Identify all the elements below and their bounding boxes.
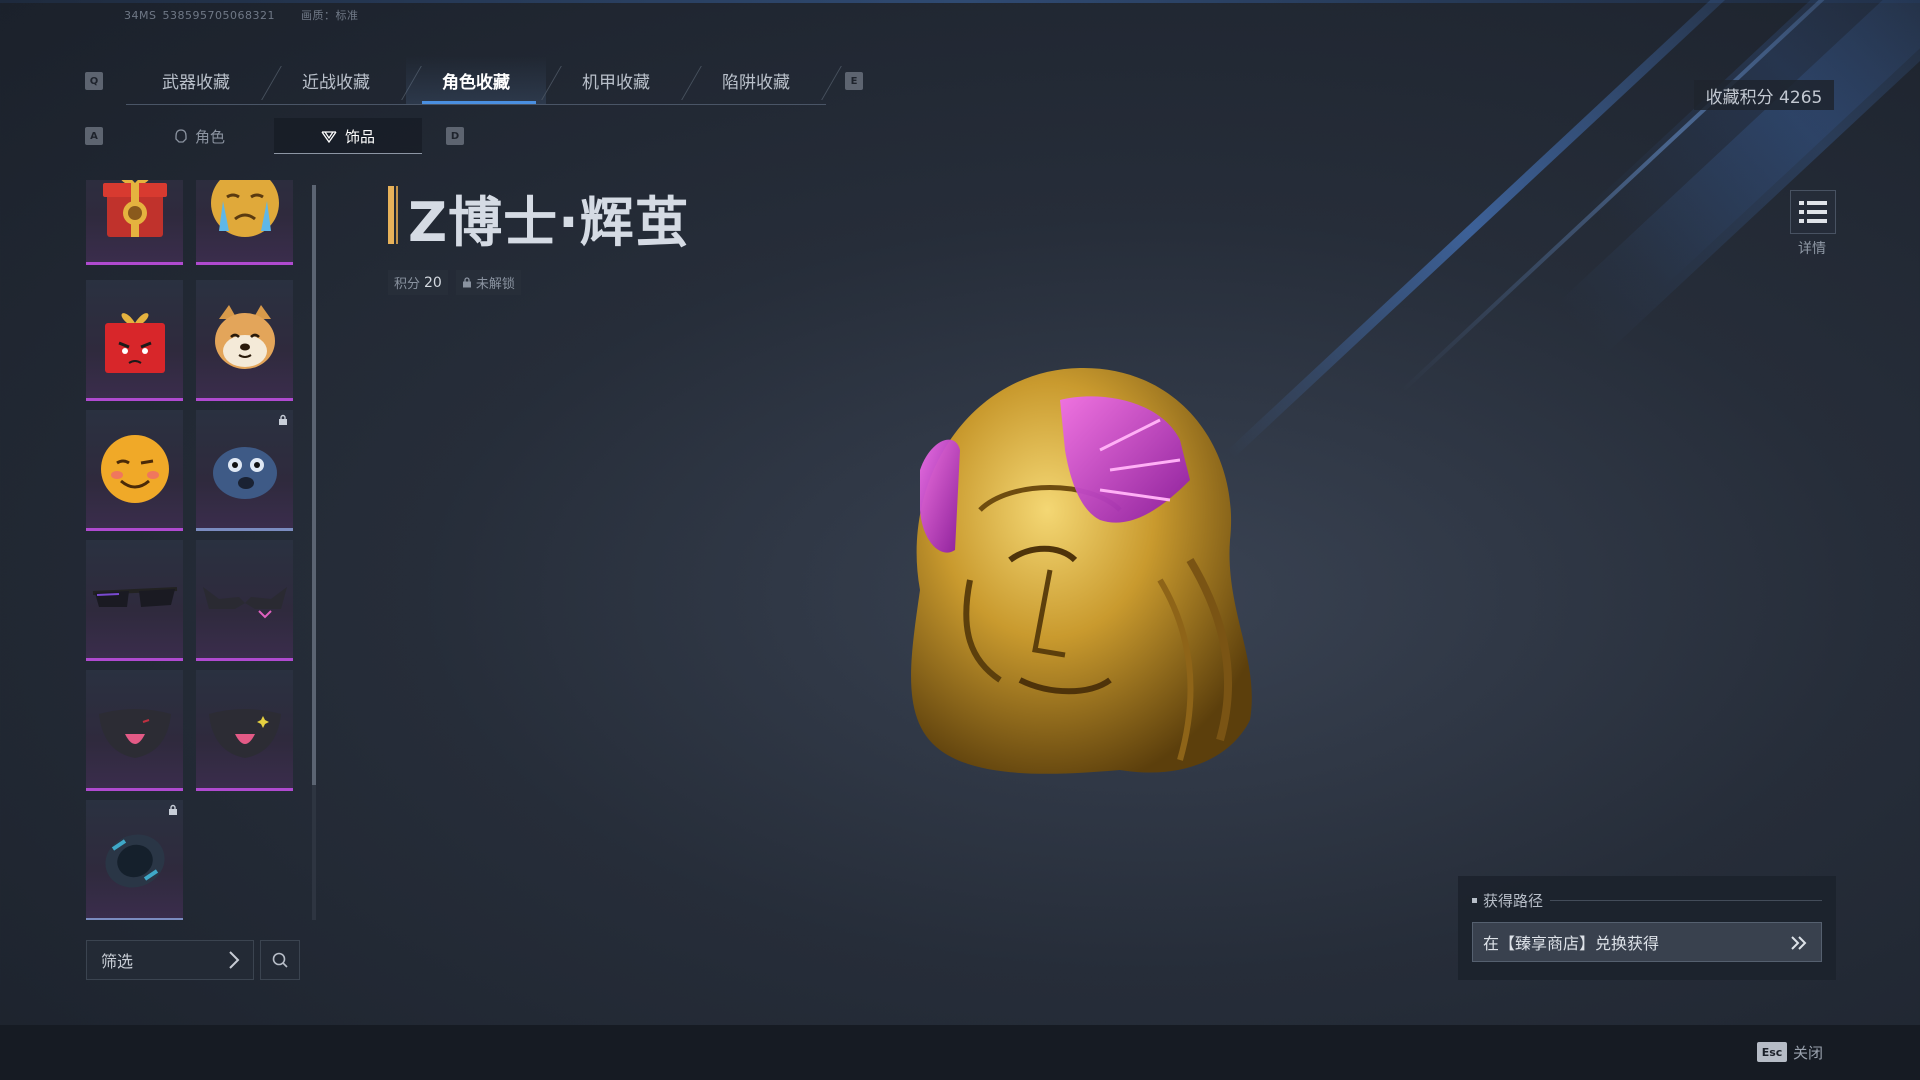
subtab-accessory[interactable]: 饰品 [274,118,422,154]
tab-weapons[interactable]: 武器收藏 [126,56,266,104]
chevron-right-icon [229,951,240,969]
subtab-character[interactable]: 角色 [126,118,274,154]
wrist-gear-icon [104,834,165,888]
accessory-icon [321,131,337,143]
close-label[interactable]: 关闭 [1793,1042,1823,1063]
tab-label: 近战收藏 [302,72,370,93]
ping-value: 34MS [124,9,157,22]
shiba-dog-icon [214,305,275,369]
score-chip: 积分 20 [388,270,448,295]
double-chevron-right-icon [1791,936,1807,950]
prev-tab-key[interactable]: Q [85,72,103,90]
item-grid [86,180,301,920]
sub-tabs: 角色 饰品 [126,118,426,154]
collection-score: 收藏积分 4265 [1694,80,1834,110]
grid-item-mask-sparkle[interactable] [196,670,293,791]
sunglasses-icon [92,587,177,607]
grid-scrollbar[interactable] [312,185,316,920]
acquisition-route: 在【臻享商店】兑换获得 [1483,934,1660,953]
item-title: Z博士·辉茧 [408,191,690,254]
main-tabs: 武器收藏 近战收藏 角色收藏 机甲收藏 陷阱收藏 [126,56,826,105]
grid-item-shiba-dog[interactable] [196,280,293,401]
bullet-icon [1472,898,1477,903]
grid-item-cat-eye-glasses[interactable] [196,540,293,661]
lock-icon [279,414,287,425]
grid-item-wrist-gear[interactable] [86,800,183,920]
title-accent-bar [388,186,394,244]
acquisition-route-button[interactable]: 在【臻享商店】兑换获得 [1472,922,1822,962]
score-label: 积分 [394,277,421,292]
filter-label: 筛选 [101,952,134,971]
tab-characters[interactable]: 角色收藏 [406,56,546,104]
grid-item-sunglasses[interactable] [86,540,183,661]
cat-eye-glasses-icon [202,587,287,619]
subtab-label: 饰品 [344,127,375,146]
quality-value: 画质：标准 [300,9,359,22]
bg-light-streak [1556,0,1920,356]
mask-sparkle-icon [208,709,281,758]
system-info: 34MS 538595705068321 画质：标准 [124,7,384,23]
scared-blob-icon [212,447,277,499]
list-icon [1799,201,1827,223]
acquisition-panel: 获得路径 在【臻享商店】兑换获得 [1458,876,1836,980]
grid-item-gift-box-gold[interactable] [86,180,183,265]
tab-melee[interactable]: 近战收藏 [266,56,406,104]
crying-emoji-icon [210,180,279,237]
filter-button[interactable]: 筛选 [86,940,254,980]
helmet-icon [175,129,187,143]
top-accent-line [0,0,1920,3]
grid-item-scared-blob[interactable] [196,410,293,531]
details-label: 详情 [1798,241,1826,257]
tab-label: 机甲收藏 [582,72,650,93]
footer-bar [0,1025,1920,1080]
tab-label: 角色收藏 [442,72,510,93]
grid-item-mask-tongue[interactable] [86,670,183,791]
item-meta: 积分 20 未解锁 [388,270,521,295]
tab-traps[interactable]: 陷阱收藏 [686,56,826,104]
blushing-emoji-icon [100,435,169,503]
grid-item-angry-gift-box[interactable] [86,280,183,401]
bg-light-streak [1226,0,1834,459]
prev-subtab-key[interactable]: A [85,127,103,145]
lock-status-chip: 未解锁 [455,270,521,295]
tab-label: 武器收藏 [162,72,230,93]
acquisition-header: 获得路径 [1472,890,1543,911]
esc-key[interactable]: Esc [1757,1042,1787,1062]
gift-box-gold-icon [102,180,167,237]
next-subtab-key[interactable]: D [446,127,464,145]
uid-value: 538595705068321 [162,9,275,22]
divider [1550,900,1822,901]
acquisition-title: 获得路径 [1483,892,1544,910]
search-button[interactable] [260,940,300,980]
scrollbar-thumb[interactable] [312,185,316,785]
details-button[interactable] [1790,190,1836,234]
search-icon [272,952,288,968]
grid-item-crying-emoji[interactable] [196,180,293,265]
lock-icon [169,804,177,815]
next-tab-key[interactable]: E [845,72,863,90]
angry-gift-box-icon [104,313,165,373]
bg-light-streak [1586,0,1920,289]
lock-icon [462,277,471,288]
score-value: 20 [424,274,442,291]
mask-tongue-icon [98,709,171,758]
golden-head-model [911,367,1252,774]
lock-status: 未解锁 [475,277,515,292]
bg-light-streak [1400,0,1920,393]
tab-mechs[interactable]: 机甲收藏 [546,56,686,104]
tab-label: 陷阱收藏 [722,72,790,93]
title-accent-bar [396,186,398,244]
subtab-label: 角色 [194,127,225,146]
grid-item-blushing-emoji[interactable] [86,410,183,531]
